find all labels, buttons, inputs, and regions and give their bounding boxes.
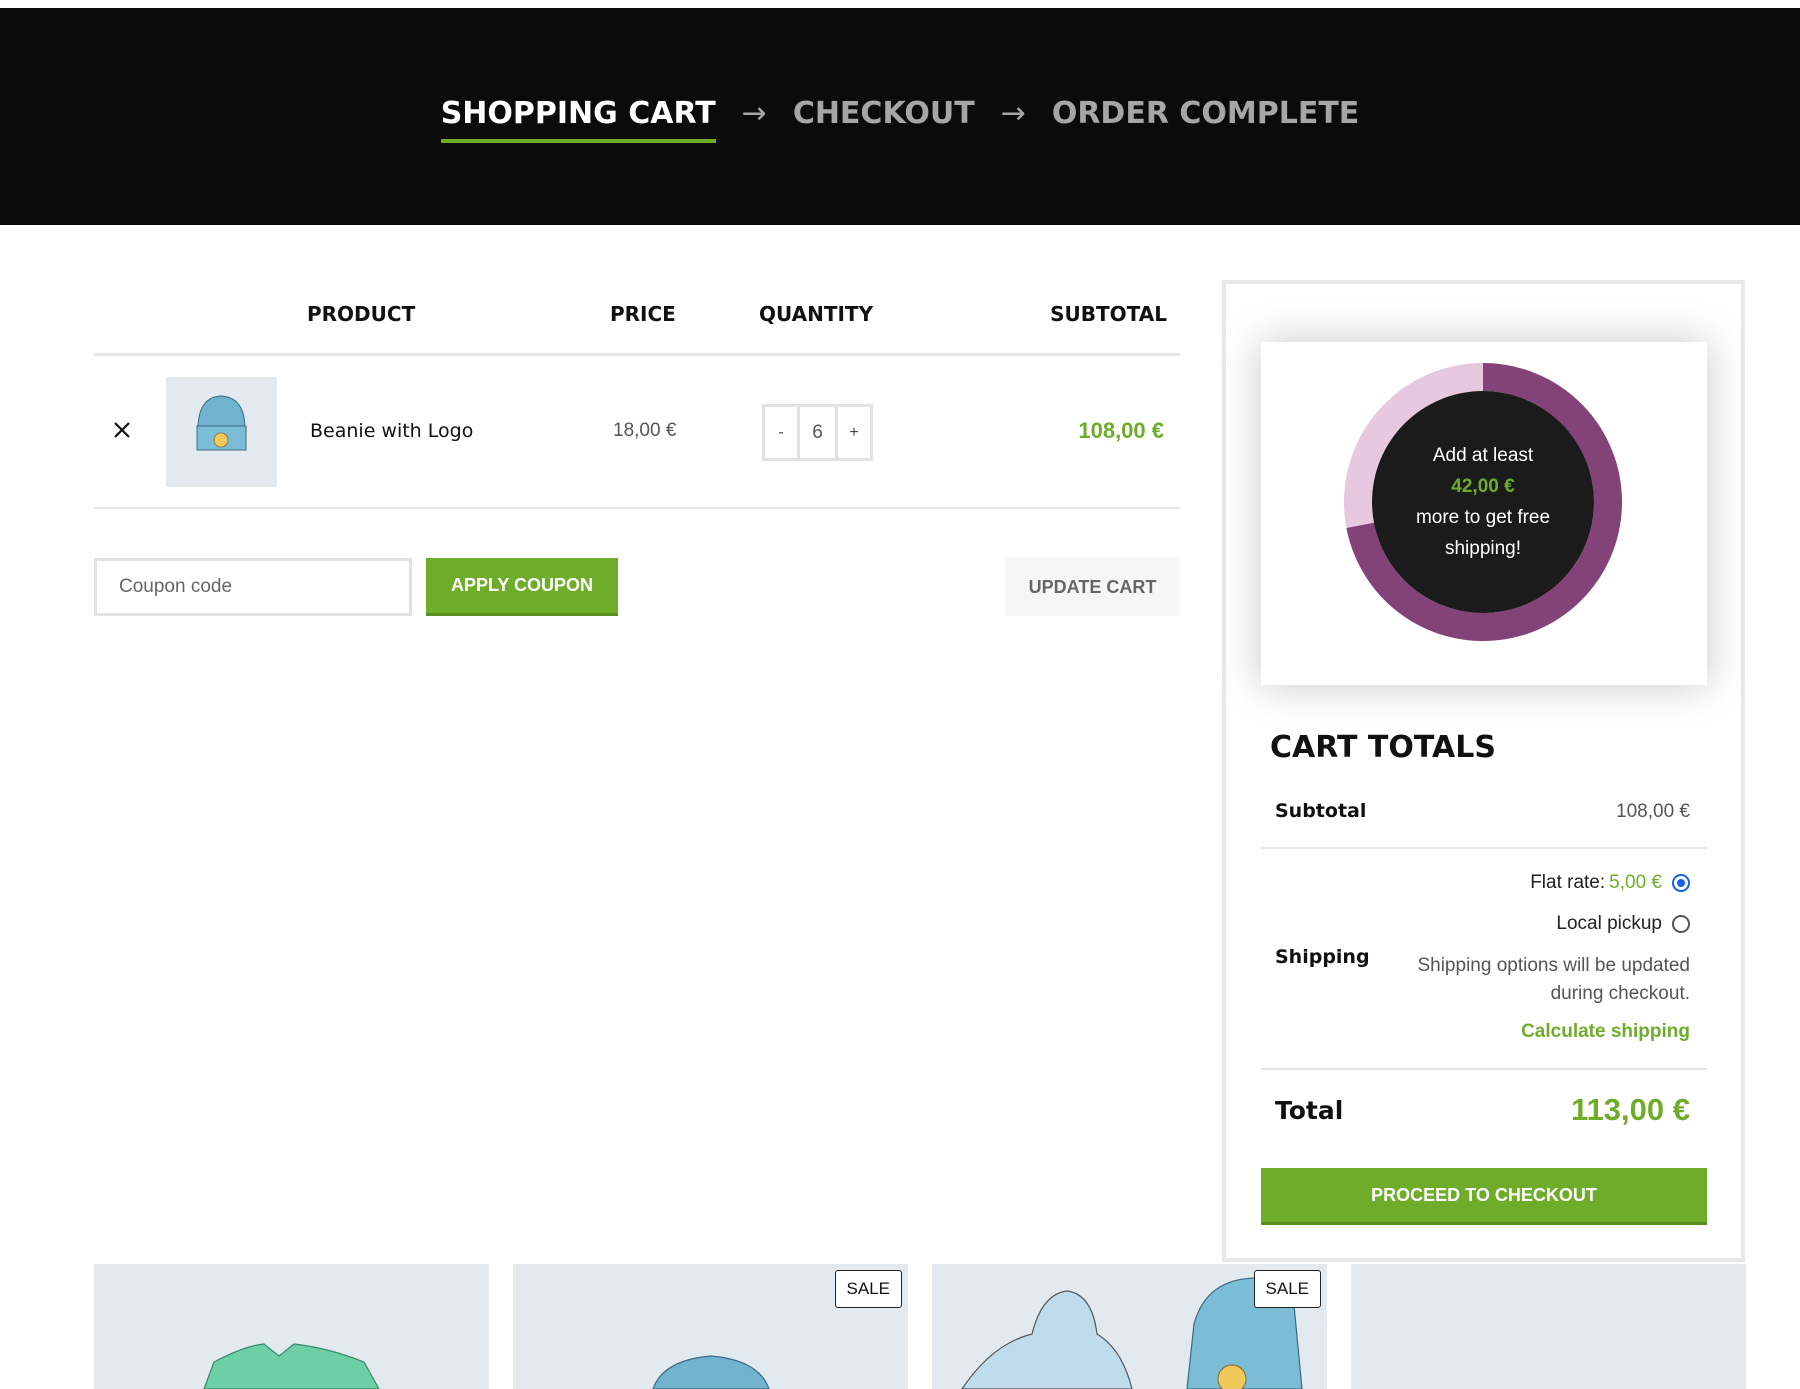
subtotal-value: 108,00 € bbox=[1616, 801, 1690, 822]
checkout-steps: SHOPPING CART → CHECKOUT → ORDER COMPLET… bbox=[0, 96, 1800, 143]
step-shopping-cart[interactable]: SHOPPING CART bbox=[440, 96, 716, 143]
local-pickup-radio[interactable] bbox=[1672, 915, 1690, 933]
arrow-right-icon: → bbox=[741, 96, 767, 131]
related-product-tile[interactable] bbox=[1351, 1264, 1746, 1389]
quantity-increase-button[interactable]: + bbox=[838, 407, 870, 458]
related-product-tile[interactable]: SALE bbox=[932, 1264, 1327, 1389]
tshirt-image bbox=[203, 1343, 380, 1389]
product-thumbnail[interactable] bbox=[166, 377, 277, 487]
update-cart-button[interactable]: UPDATE CART bbox=[1005, 558, 1180, 616]
free-shipping-line-3: shipping! bbox=[1444, 538, 1522, 559]
related-product-tile[interactable]: SALE bbox=[513, 1264, 908, 1389]
remove-item-icon[interactable] bbox=[110, 418, 134, 442]
flat-rate-radio[interactable] bbox=[1672, 874, 1690, 892]
totals-divider bbox=[1261, 847, 1707, 849]
total-value: 113,00 € bbox=[1571, 1092, 1690, 1127]
column-header-price: PRICE bbox=[610, 302, 676, 326]
quantity-stepper: - 6 + bbox=[762, 404, 873, 461]
table-row-divider bbox=[94, 507, 1180, 509]
column-header-product: PRODUCT bbox=[307, 302, 416, 326]
sale-badge: SALE bbox=[834, 1270, 902, 1308]
totals-divider bbox=[1261, 1068, 1707, 1070]
arrow-right-icon: → bbox=[1000, 96, 1026, 131]
column-header-quantity: QUANTITY bbox=[759, 302, 874, 326]
free-shipping-line-1: Add at least bbox=[1432, 445, 1534, 466]
product-price: 18,00 € bbox=[613, 420, 677, 441]
flat-rate-price: 5,00 € bbox=[1609, 872, 1662, 893]
free-shipping-line-2: more to get free bbox=[1415, 507, 1551, 528]
sale-badge: SALE bbox=[1253, 1270, 1321, 1308]
step-checkout[interactable]: CHECKOUT bbox=[793, 96, 975, 137]
related-product-tile[interactable] bbox=[94, 1264, 489, 1389]
shipping-note: Shipping options will be updated during … bbox=[1417, 955, 1690, 1004]
free-shipping-message: Add at least 42,00 € more to get free sh… bbox=[1373, 440, 1593, 564]
shipping-option-flat-rate[interactable]: Flat rate: 5,00 € bbox=[1530, 872, 1690, 894]
total-label: Total bbox=[1275, 1096, 1344, 1125]
coupon-code-input[interactable] bbox=[94, 558, 412, 616]
flat-rate-label: Flat rate: bbox=[1530, 872, 1606, 893]
table-header-divider bbox=[94, 353, 1180, 356]
proceed-to-checkout-button[interactable]: PROCEED TO CHECKOUT bbox=[1261, 1168, 1707, 1225]
cart-totals-title: CART TOTALS bbox=[1270, 730, 1496, 765]
subtotal-label: Subtotal bbox=[1275, 800, 1367, 822]
quantity-input[interactable]: 6 bbox=[797, 407, 838, 458]
apply-coupon-button[interactable]: APPLY COUPON bbox=[426, 558, 618, 616]
top-gap bbox=[0, 0, 1800, 8]
step-order-complete: ORDER COMPLETE bbox=[1051, 96, 1360, 131]
product-name-link[interactable]: Beanie with Logo bbox=[310, 420, 473, 442]
line-subtotal: 108,00 € bbox=[1078, 418, 1164, 443]
shipping-label: Shipping bbox=[1275, 946, 1370, 968]
quantity-decrease-button[interactable]: - bbox=[765, 407, 797, 458]
column-header-subtotal: SUBTOTAL bbox=[1050, 302, 1167, 326]
free-shipping-amount: 42,00 € bbox=[1451, 476, 1515, 497]
calculate-shipping-link[interactable]: Calculate shipping bbox=[1521, 1021, 1690, 1043]
shipping-option-local-pickup[interactable]: Local pickup bbox=[1556, 913, 1690, 935]
local-pickup-label: Local pickup bbox=[1556, 913, 1662, 934]
